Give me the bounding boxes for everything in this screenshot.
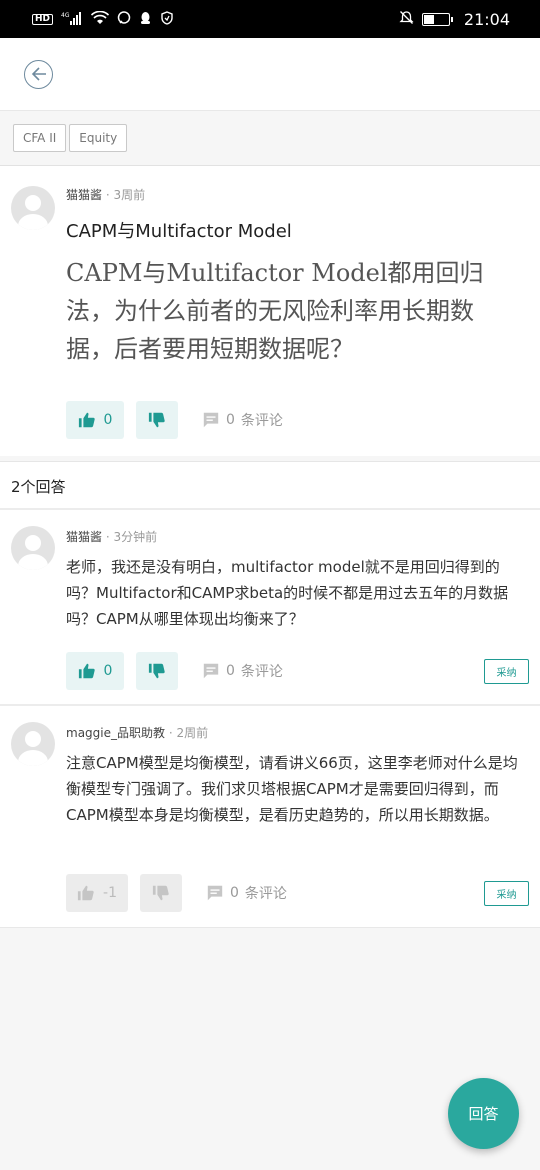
shield-icon — [160, 10, 174, 28]
answer-fab-button[interactable]: 回答 — [448, 1078, 519, 1149]
upvote-count: 0 — [103, 412, 113, 428]
downvote-button[interactable] — [140, 874, 182, 912]
status-time: 21:04 — [463, 9, 510, 29]
svg-text:4G: 4G — [61, 12, 70, 19]
comment-count: 0 — [230, 885, 239, 901]
answer-time: · 2周前 — [168, 726, 209, 740]
battery-icon — [421, 12, 453, 26]
comment-count: 0 — [226, 412, 235, 428]
qq-icon — [139, 11, 152, 28]
accept-button[interactable]: 采纳 — [484, 659, 529, 684]
answer-body: 注意CAPM模型是均衡模型，请看讲义66页，这里李老师对什么是均衡模型专门强调了… — [66, 754, 518, 824]
question-time: · 3周前 — [105, 188, 146, 202]
back-button[interactable] — [24, 59, 53, 89]
thumbs-down-icon — [148, 412, 165, 428]
thumbs-up-icon — [78, 663, 95, 679]
question-author[interactable]: 猫猫酱 — [66, 188, 102, 202]
avatar — [11, 526, 55, 570]
upvote-count: -1 — [103, 885, 117, 901]
hd-icon: HD — [32, 13, 54, 25]
question-card: 猫猫酱 · 3周前 CAPM与Multifactor Model CAPM与Mu… — [0, 166, 540, 456]
answer-time: · 3分钟前 — [105, 530, 158, 544]
comment-link[interactable]: 0 条评论 — [202, 661, 283, 681]
upvote-button[interactable]: 0 — [66, 652, 124, 690]
status-left: HD 4G — [32, 10, 174, 28]
question-actions: 0 0 条评论 — [66, 401, 283, 439]
accept-button[interactable]: 采纳 — [484, 881, 529, 906]
comment-icon — [203, 663, 219, 679]
comment-label: 条评论 — [240, 413, 283, 429]
thumbs-down-icon — [152, 885, 169, 901]
downvote-button[interactable] — [136, 401, 178, 439]
thumbs-up-icon — [78, 412, 95, 428]
question-title: CAPM与Multifactor Model — [66, 221, 292, 242]
answer-actions: 0 0 条评论 — [66, 652, 283, 690]
wifi-icon — [90, 10, 110, 28]
avatar — [11, 186, 55, 230]
comment-count: 0 — [226, 663, 235, 679]
mute-bell-icon — [399, 10, 414, 28]
signal-icon: 4G — [61, 11, 83, 28]
thumbs-up-icon — [77, 885, 94, 901]
answer-body: 老师，我还是没有明白，multifactor model就不是用回归得到的吗？M… — [66, 558, 509, 628]
comment-label: 条评论 — [244, 886, 287, 902]
upvote-button[interactable]: -1 — [66, 874, 128, 912]
top-bar — [0, 38, 540, 110]
comment-link[interactable]: 0 条评论 — [206, 883, 287, 903]
upvote-count: 0 — [103, 663, 113, 679]
status-right: 21:04 — [399, 10, 510, 29]
answer-author[interactable]: 猫猫酱 — [66, 530, 102, 544]
answer-actions: -1 0 条评论 — [66, 874, 287, 912]
question-body: CAPM与Multifactor Model都用回归法，为什么前者的无风险利率用… — [66, 259, 484, 363]
question-meta: 猫猫酱 · 3周前 — [66, 186, 145, 203]
tag-cfa-ii[interactable]: CFA II — [13, 124, 67, 152]
arrow-left-icon — [31, 67, 46, 81]
upvote-button[interactable]: 0 — [66, 401, 124, 439]
answer-meta: maggie_品职助教 · 2周前 — [66, 724, 208, 741]
comment-icon — [203, 412, 219, 428]
answer-author[interactable]: maggie_品职助教 — [66, 726, 165, 740]
answer-card: 猫猫酱 · 3分钟前 老师，我还是没有明白，multifactor model就… — [0, 508, 540, 704]
comment-link[interactable]: 0 条评论 — [202, 410, 283, 430]
avatar — [11, 722, 55, 766]
downvote-button[interactable] — [136, 652, 178, 690]
answers-count: 2个回答 — [0, 461, 540, 511]
comment-label: 条评论 — [240, 664, 283, 680]
tag-equity[interactable]: Equity — [69, 124, 128, 152]
answer-card: maggie_品职助教 · 2周前 注意CAPM模型是均衡模型，请看讲义66页，… — [0, 704, 540, 928]
status-bar: HD 4G 21:04 — [0, 0, 540, 38]
chat-icon — [117, 10, 131, 28]
tags-bar: CFA II Equity — [0, 110, 540, 166]
thumbs-down-icon — [148, 663, 165, 679]
comment-icon — [207, 885, 223, 901]
answer-meta: 猫猫酱 · 3分钟前 — [66, 528, 157, 545]
